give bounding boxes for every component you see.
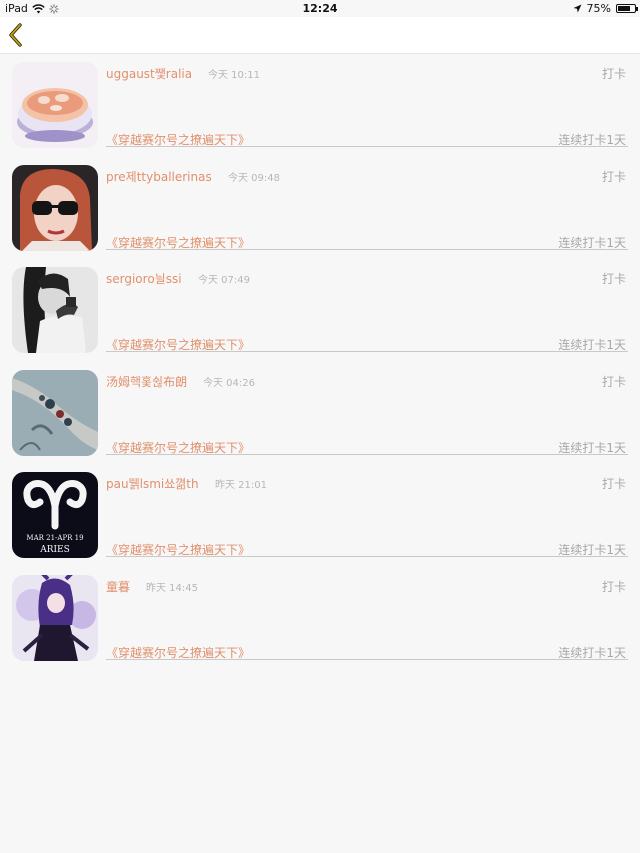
checkin-label: 打卡: [601, 477, 626, 492]
row-divider: [106, 453, 628, 455]
battery-percent: 75%: [586, 2, 611, 15]
location-arrow-icon: [573, 4, 582, 13]
row-divider: [106, 248, 628, 250]
username[interactable]: sergioro늴ssi: [106, 270, 182, 287]
avatar[interactable]: [12, 164, 98, 251]
checkin-label: 打卡: [601, 169, 626, 184]
timestamp: 今天 07:49: [198, 275, 250, 287]
list-item[interactable]: 童暮 昨天 14:45 打卡 《穿越赛尔号之撩遍天下》 连续打卡1天: [0, 567, 640, 670]
sunglasses-woman-image: [12, 164, 98, 251]
checkin-label: 打卡: [601, 579, 626, 594]
list-item[interactable]: 汤姆핵홏쉲布朗 今天 04:26 打卡 《穿越赛尔号之撩遍天下》 连续打卡1天: [0, 362, 640, 465]
username[interactable]: pau뛝lsmi쑈껾th: [106, 475, 199, 492]
username[interactable]: 童暮: [106, 578, 130, 595]
aries-name-text: ARIES: [39, 545, 70, 555]
row-divider: [106, 146, 628, 147]
tattoo-arm-image: [12, 369, 98, 456]
checkin-list: uggaust쨏ralia 今天 10:11 打卡 《穿越赛尔号之撩遍天下》 连…: [0, 54, 640, 670]
chevron-left-icon[interactable]: [6, 22, 30, 48]
bw-portrait-image: [12, 267, 98, 354]
checkin-label: 打卡: [601, 374, 626, 389]
row-divider: [106, 658, 628, 660]
timestamp: 今天 04:26: [203, 377, 255, 389]
avatar[interactable]: [12, 62, 98, 148]
avatar[interactable]: [12, 574, 98, 661]
list-item[interactable]: MAR 21-APR 19 ARIES pau뛝lsmi쑈껾th 昨天 21:0…: [0, 464, 640, 567]
list-item[interactable]: pre제ttyballerinas 今天 09:48 打卡 《穿越赛尔号之撩遍天…: [0, 157, 640, 260]
list-item[interactable]: uggaust쨏ralia 今天 10:11 打卡 《穿越赛尔号之撩遍天下》 连…: [0, 54, 640, 157]
timestamp: 今天 10:11: [208, 70, 260, 81]
battery-icon: [616, 4, 638, 13]
timestamp: 昨天 21:01: [215, 480, 267, 492]
navigation-bar: [0, 17, 640, 54]
row-divider: [106, 351, 628, 353]
battery-level: [618, 6, 630, 11]
list-item[interactable]: sergioro늴ssi 今天 07:49 打卡 《穿越赛尔号之撩遍天下》 连续…: [0, 259, 640, 362]
anime-girl-image: [12, 574, 98, 661]
username[interactable]: pre제ttyballerinas: [106, 168, 212, 185]
avatar[interactable]: MAR 21-APR 19 ARIES: [12, 472, 98, 559]
avatar[interactable]: [12, 369, 98, 456]
timestamp: 今天 09:48: [228, 172, 280, 184]
timestamp: 昨天 14:45: [146, 582, 198, 594]
clock: 12:24: [302, 2, 338, 15]
row-divider: [106, 556, 628, 558]
status-bar: iPad 12:24 75%: [0, 0, 640, 17]
username[interactable]: 汤姆핵홏쉲布朗: [106, 373, 187, 390]
food-bowl-image: [12, 62, 98, 148]
checkin-label: 打卡: [601, 272, 626, 287]
aries-date-text: MAR 21-APR 19: [26, 534, 83, 542]
avatar[interactable]: [12, 267, 98, 354]
aries-image: MAR 21-APR 19 ARIES: [12, 472, 98, 559]
checkin-label: 打卡: [601, 67, 626, 81]
username[interactable]: uggaust쨏ralia: [106, 65, 192, 82]
